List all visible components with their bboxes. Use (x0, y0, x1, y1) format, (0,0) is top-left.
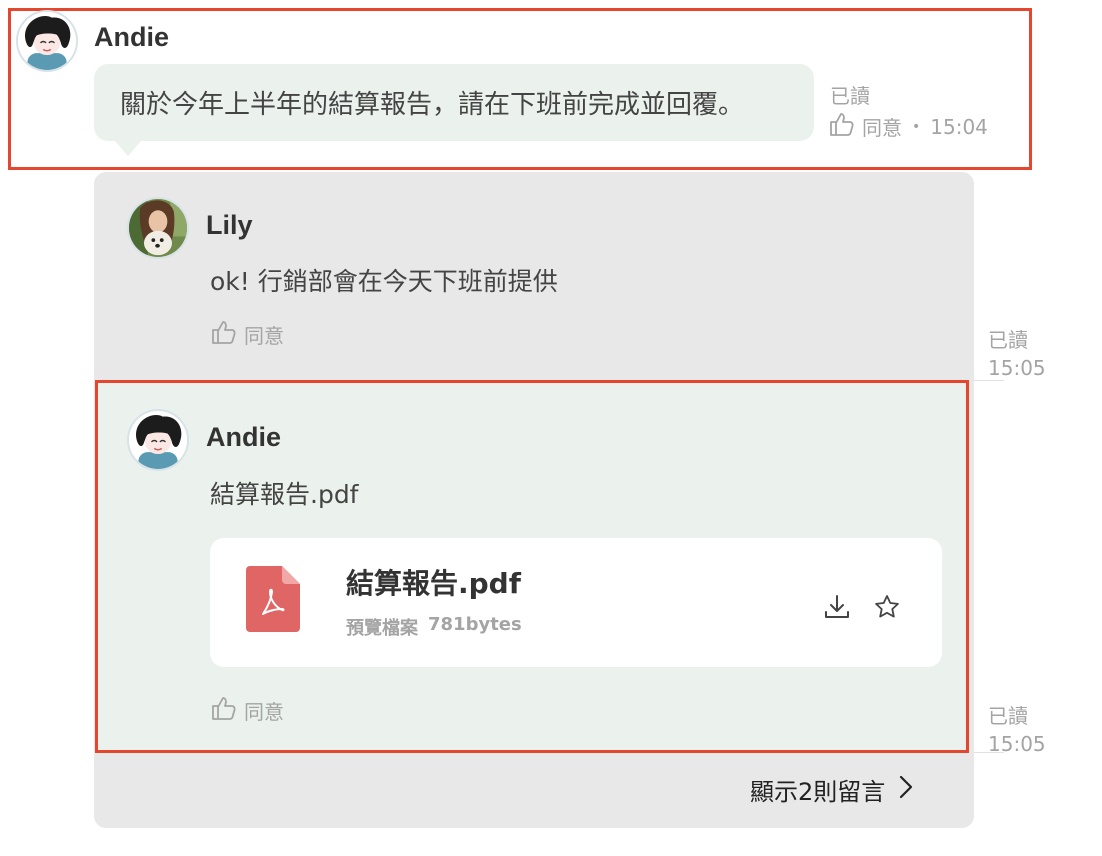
thumbs-up-icon[interactable] (210, 318, 238, 351)
avatar-lily[interactable] (127, 197, 189, 259)
avatar-andie[interactable] (127, 409, 189, 471)
reply-text: 結算報告.pdf (210, 480, 359, 509)
meta-separator: • (912, 118, 921, 135)
pdf-file-icon[interactable] (244, 566, 300, 632)
message-agree-label[interactable]: 同意 (862, 112, 902, 141)
file-size: 781bytes (428, 614, 522, 635)
reply-agree-row[interactable]: 同意 (210, 694, 284, 727)
reply-author: Andie (206, 422, 282, 452)
reply-agree-label[interactable]: 同意 (244, 696, 284, 725)
avatar-andie-image (129, 411, 187, 469)
download-icon[interactable] (822, 592, 852, 622)
message-author: Andie (94, 22, 170, 52)
reply-agree-row[interactable]: 同意 (210, 318, 284, 351)
thumbs-up-icon[interactable] (828, 110, 856, 143)
reply-read-status: 已讀 (988, 328, 1028, 352)
reply-text: ok! 行銷部會在今天下班前提供 (210, 267, 558, 296)
thumbs-up-icon[interactable] (210, 694, 238, 727)
reply-author: Lily (206, 210, 253, 240)
reply-read-status: 已讀 (988, 704, 1028, 728)
preview-file-link[interactable]: 預覽檔案 (346, 614, 418, 640)
message-read-status: 已讀 (830, 84, 870, 108)
message-text: 關於今年上半年的結算報告，請在下班前完成並回覆。 (120, 90, 745, 120)
star-icon[interactable] (872, 592, 902, 622)
message-agree-row[interactable]: 同意 • 15:04 (828, 110, 988, 143)
reply-time: 15:05 (988, 356, 1046, 380)
file-name[interactable]: 結算報告.pdf (346, 562, 521, 602)
show-more-comments-button[interactable]: 顯示2則留言 (750, 772, 917, 807)
avatar-lily-image (129, 199, 187, 257)
file-meta: 預覽檔案 781bytes (346, 614, 522, 640)
reply-agree-label[interactable]: 同意 (244, 320, 284, 349)
reply-divider (974, 752, 1004, 753)
chevron-right-icon[interactable] (895, 774, 917, 806)
message-bubble-tail (114, 140, 142, 156)
reply-divider (974, 380, 1004, 381)
message-time: 15:04 (930, 114, 988, 139)
avatar-andie-image (18, 12, 76, 70)
show-more-label[interactable]: 顯示2則留言 (750, 772, 885, 807)
avatar-andie[interactable] (16, 10, 78, 72)
